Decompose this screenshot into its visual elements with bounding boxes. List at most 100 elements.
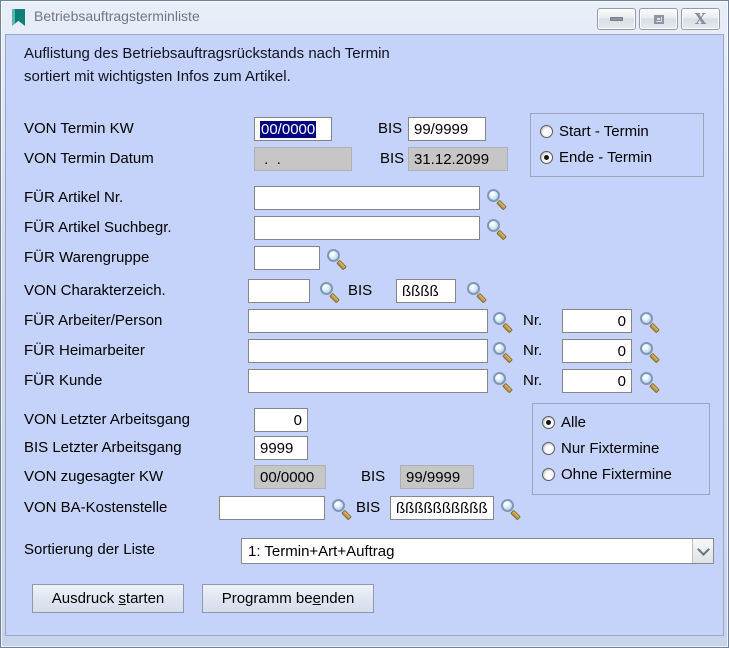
button-label-part: tarten [125,590,165,607]
button-accel-char: s [118,590,126,607]
radio-circle-unchecked[interactable] [540,124,553,138]
von-letzter-ag-input[interactable]: 0 [254,408,308,432]
radio-label[interactable]: Start - Termin [559,123,649,140]
sortierung-label: Sortierung der Liste [24,541,155,558]
maximize-button[interactable] [639,8,678,30]
search-icon-artikel-such[interactable] [487,219,506,238]
search-icon-heimarbeiter-nr[interactable] [640,342,659,361]
application-window: Betriebsauftragsterminliste X Auflistung… [0,0,729,648]
heimarbeiter-label: FÜR Heimarbeiter [24,342,145,359]
print-button[interactable]: Ausdruck s tarten [32,584,184,613]
minimize-icon [610,17,623,21]
fixtermine-group: Alle Nur Fixtermine Ohne Fixtermine [532,403,710,495]
kunde-nr-input[interactable]: 0 [562,369,632,393]
termin-kw-von-input[interactable]: 00/0000 [254,117,332,141]
radio-circle-checked[interactable] [542,415,555,429]
search-icon-charakterzeich-von[interactable] [320,282,339,301]
close-button[interactable]: X [681,8,720,30]
chevron-shape [696,542,710,556]
radio-ende-termin[interactable]: Ende - Termin [540,147,652,167]
charakterzeich-bis-input[interactable]: ßßßß [396,279,456,303]
heimarbeiter-input[interactable] [248,339,488,363]
charakterzeich-bis-label: BIS [348,282,373,299]
radio-circle-checked[interactable] [540,150,553,164]
radio-label[interactable]: Ohne Fixtermine [561,466,672,483]
artikel-such-label: FÜR Artikel Suchbegr. [24,219,172,236]
kunde-input[interactable] [248,369,488,393]
sort-select[interactable]: 1: Termin+Art+Auftrag [241,538,714,564]
radio-label[interactable]: Nur Fixtermine [561,440,659,457]
chevron-down-icon[interactable] [692,539,713,563]
bis-letzter-ag-input[interactable]: 9999 [254,436,308,460]
termin-datum-von-input: . . [254,147,352,171]
termin-kw-label: VON Termin KW [24,120,134,137]
termin-datum-label: VON Termin Datum [24,150,154,167]
warengruppe-label: FÜR Warengruppe [24,249,150,266]
sort-select-value: 1: Termin+Art+Auftrag [248,542,395,560]
radio-ohne-fixtermine[interactable]: Ohne Fixtermine [542,464,672,484]
bookmark-icon [12,9,25,26]
zugesagte-kw-bis-label: BIS [361,468,386,485]
radio-start-termin[interactable]: Start - Termin [540,121,649,141]
search-icon-artikel-nr[interactable] [487,189,506,208]
radio-circle-unchecked[interactable] [542,467,555,481]
bis-letzter-ag-label: BIS Letzter Arbeitsgang [24,439,182,456]
radio-nur-fixtermine[interactable]: Nur Fixtermine [542,438,659,458]
arbeiter-input[interactable] [248,309,488,333]
search-icon-ba-kostenstelle-bis[interactable] [501,499,520,518]
ba-kostenstelle-label: VON BA-Kostenstelle [24,499,168,516]
search-icon-kunde-nr[interactable] [640,372,659,391]
search-icon-ba-kostenstelle-von[interactable] [332,499,351,518]
window-title: Betriebsauftragsterminliste [34,8,200,24]
button-label-part: Programm be [221,590,313,607]
search-icon-arbeiter-nr[interactable] [640,312,659,331]
zugesagte-kw-von-input: 00/0000 [254,465,326,489]
artikel-nr-label: FÜR Artikel Nr. [24,189,124,206]
termin-datum-bis-label: BIS [380,150,405,167]
search-icon-kunde[interactable] [493,372,512,391]
warengruppe-input[interactable] [254,246,320,270]
kunde-label: FÜR Kunde [24,372,103,389]
zugesagte-kw-bis-input: 99/9999 [400,465,474,489]
description-line1: Auflistung des Betriebsauftragsrückstand… [24,45,390,62]
button-label-part: Ausdruck [51,590,119,607]
button-accel-char: e [312,590,321,607]
search-icon-warengruppe[interactable] [327,249,346,268]
heimarbeiter-nr-input[interactable]: 0 [562,339,632,363]
kunde-nr-label: Nr. [523,372,543,389]
arbeiter-label: FÜR Arbeiter/Person [24,312,163,329]
dialog-content: Auflistung des Betriebsauftragsrückstand… [5,34,724,636]
radio-circle-unchecked[interactable] [542,441,555,455]
title-bar[interactable]: Betriebsauftragsterminliste X [2,1,727,34]
zugesagte-kw-label: VON zugesagter KW [24,468,164,485]
arbeiter-nr-input[interactable]: 0 [562,309,632,333]
search-icon-arbeiter[interactable] [493,312,512,331]
exit-button[interactable]: Programm be e nden [202,584,374,613]
close-icon: X [694,9,707,28]
selected-text: 00/0000 [260,120,317,138]
charakterzeich-label: VON Charakterzeich. [24,282,166,299]
search-icon-charakterzeich-bis[interactable] [467,282,486,301]
description-line2: sortiert mit wichtigsten Infos zum Artik… [24,68,291,85]
termin-datum-bis-input: 31.12.2099 [408,147,508,171]
search-icon-heimarbeiter[interactable] [493,342,512,361]
maximize-icon [653,14,664,24]
heimarbeiter-nr-label: Nr. [523,342,543,359]
ba-kostenstelle-bis-label: BIS [356,499,381,516]
button-label-part: nden [320,590,355,607]
ba-kostenstelle-bis-input[interactable]: ßßßßßßßßßß [390,496,494,520]
radio-alle[interactable]: Alle [542,412,586,432]
minimize-button[interactable] [597,8,636,30]
window-controls: X [597,8,720,30]
ba-kostenstelle-von-input[interactable] [219,496,325,520]
termin-kw-bis-label: BIS [378,120,403,137]
charakterzeich-von-input[interactable] [248,279,310,303]
radio-label[interactable]: Ende - Termin [559,149,652,166]
termin-type-group: Start - Termin Ende - Termin [530,113,704,177]
von-letzter-ag-label: VON Letzter Arbeitsgang [24,411,190,428]
radio-label[interactable]: Alle [561,414,586,431]
artikel-nr-input[interactable] [254,186,480,210]
termin-kw-bis-input[interactable]: 99/9999 [408,117,486,141]
arbeiter-nr-label: Nr. [523,312,543,329]
artikel-such-input[interactable] [254,216,480,240]
